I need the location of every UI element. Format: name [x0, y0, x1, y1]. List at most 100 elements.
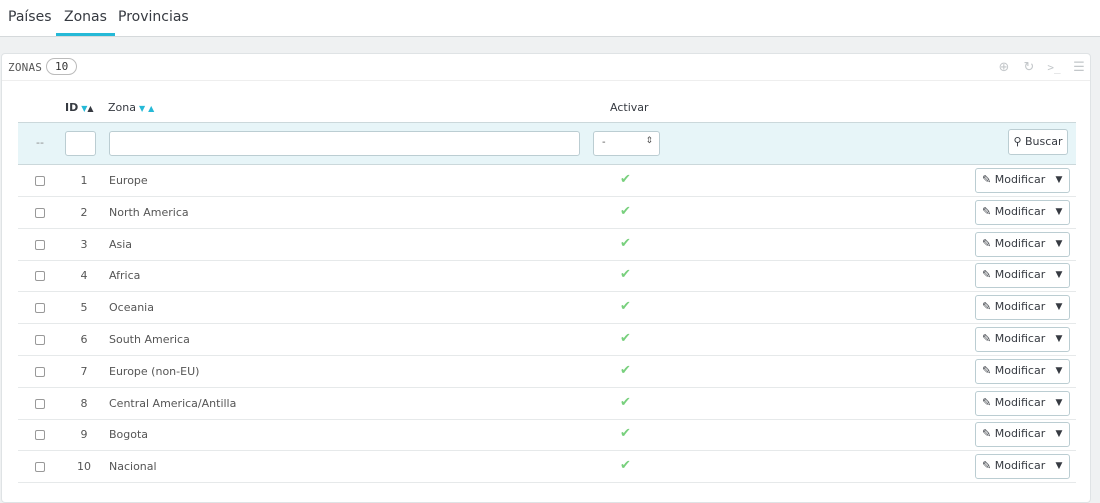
caret-down-icon: ▼ [1055, 397, 1063, 408]
row-zona: Asia [109, 237, 133, 251]
pencil-icon: ✎ [982, 236, 992, 250]
modify-button[interactable]: ✎ Modificar [976, 169, 1046, 192]
row-checkbox[interactable] [35, 271, 45, 282]
caret-down-icon: ▼ [1055, 461, 1063, 472]
tab-provincias[interactable]: Provincias [118, 9, 189, 36]
sql-icon[interactable]: >_ [1045, 59, 1063, 77]
actions-dropdown-toggle[interactable]: ▼ [1048, 201, 1070, 224]
table-row: 10 Nacional ✔ ✎ Modificar ▼ [18, 451, 1076, 484]
row-checkbox[interactable] [35, 462, 45, 473]
modify-button[interactable]: ✎ Modificar [976, 201, 1046, 224]
pencil-icon: ✎ [982, 363, 992, 377]
sort-desc-icon[interactable]: ▼ [139, 104, 145, 113]
row-actions: ✎ Modificar ▼ [975, 168, 1070, 193]
row-checkbox[interactable] [35, 366, 45, 377]
modify-label: Modificar [994, 459, 1046, 473]
row-checkbox[interactable] [35, 398, 45, 409]
header-id[interactable]: ID ▼▲ [65, 101, 94, 114]
database-icon[interactable]: ☰ [1070, 59, 1088, 77]
tab-zonas[interactable]: Zonas [56, 9, 115, 36]
table-row: 6 South America ✔ ✎ Modificar ▼ [18, 324, 1076, 356]
active-check-icon[interactable]: ✔ [620, 458, 631, 473]
modify-button[interactable]: ✎ Modificar [976, 233, 1046, 256]
tab-paises[interactable]: Países [8, 9, 51, 36]
search-button-label: Buscar [1025, 135, 1063, 148]
row-id: 8 [80, 396, 88, 410]
table-row: 8 Central America/Antilla ✔ ✎ Modificar ▼ [18, 388, 1076, 420]
modify-button[interactable]: ✎ Modificar [976, 423, 1046, 446]
caret-down-icon: ▼ [1055, 206, 1063, 217]
modify-label: Modificar [994, 363, 1046, 377]
caret-down-icon: ▼ [1055, 270, 1063, 281]
active-check-icon[interactable]: ✔ [620, 426, 631, 441]
row-checkbox[interactable] [35, 430, 45, 441]
zone-count-badge: 10 [46, 58, 78, 75]
active-check-icon[interactable]: ✔ [620, 236, 631, 251]
modify-label: Modificar [994, 268, 1046, 282]
actions-dropdown-toggle[interactable]: ▼ [1048, 328, 1070, 351]
add-icon[interactable]: ⊕ [995, 59, 1013, 77]
row-checkbox[interactable] [35, 335, 45, 345]
row-id: 6 [80, 333, 88, 346]
row-zona: Central America/Antilla [109, 396, 237, 410]
modify-button[interactable]: ✎ Modificar [976, 392, 1046, 415]
header-id-label: ID [65, 101, 79, 114]
modify-label: Modificar [994, 427, 1046, 441]
sort-asc-icon[interactable]: ▲ [148, 104, 154, 113]
actions-dropdown-toggle[interactable]: ▼ [1048, 296, 1070, 319]
row-zona: Nacional [109, 460, 157, 474]
table-row: 3 Asia ✔ ✎ Modificar ▼ [18, 229, 1076, 261]
actions-dropdown-toggle[interactable]: ▼ [1048, 169, 1070, 192]
actions-dropdown-toggle[interactable]: ▼ [1048, 392, 1070, 415]
modify-button[interactable]: ✎ Modificar [976, 264, 1046, 287]
modify-label: Modificar [994, 395, 1046, 409]
row-checkbox[interactable] [35, 303, 45, 314]
caret-down-icon: ▼ [1055, 238, 1063, 249]
actions-dropdown-toggle[interactable]: ▼ [1048, 360, 1070, 383]
table-row: 7 Europe (non-EU) ✔ ✎ Modificar ▼ [18, 356, 1076, 388]
modify-button[interactable]: ✎ Modificar [976, 296, 1046, 319]
row-checkbox[interactable] [35, 176, 45, 186]
active-check-icon[interactable]: ✔ [620, 299, 631, 314]
modify-button[interactable]: ✎ Modificar [976, 455, 1046, 478]
active-check-icon[interactable]: ✔ [620, 204, 631, 219]
caret-down-icon: ▼ [1055, 429, 1063, 440]
row-id: 5 [80, 301, 88, 315]
pencil-icon: ✎ [982, 427, 992, 441]
active-check-icon[interactable]: ✔ [620, 363, 631, 378]
actions-dropdown-toggle[interactable]: ▼ [1048, 423, 1070, 446]
row-zona: South America [109, 333, 190, 346]
row-checkbox[interactable] [35, 239, 45, 250]
row-id: 2 [80, 205, 88, 219]
active-filter-value: - [602, 137, 606, 148]
actions-dropdown-toggle[interactable]: ▼ [1048, 264, 1070, 287]
active-check-icon[interactable]: ✔ [620, 172, 631, 187]
search-button[interactable]: ⚲ Buscar [1008, 129, 1068, 155]
actions-dropdown-toggle[interactable]: ▼ [1048, 233, 1070, 256]
caret-down-icon: ▼ [1055, 365, 1063, 376]
row-id: 4 [80, 269, 88, 283]
zona-filter-input[interactable] [109, 131, 580, 156]
caret-down-icon: ▼ [1055, 334, 1063, 344]
row-actions: ✎ Modificar ▼ [975, 454, 1070, 480]
row-id: 7 [80, 364, 88, 378]
header-zona[interactable]: Zona ▼ ▲ [108, 101, 154, 114]
modify-label: Modificar [994, 236, 1046, 250]
id-filter-input[interactable] [65, 131, 96, 156]
panel-title: ZONAS [8, 61, 43, 74]
active-filter-select[interactable]: - ⇕ [593, 131, 660, 156]
modify-button[interactable]: ✎ Modificar [976, 328, 1046, 351]
modify-button[interactable]: ✎ Modificar [976, 360, 1046, 383]
actions-dropdown-toggle[interactable]: ▼ [1048, 455, 1070, 478]
sort-asc-icon[interactable]: ▲ [87, 104, 93, 113]
row-checkbox[interactable] [35, 207, 45, 218]
active-check-icon[interactable]: ✔ [620, 331, 631, 346]
zones-panel: ZONAS 10 ⊕ ↻ >_ ☰ ID ▼▲ Zona ▼ ▲ Activar --… [1, 53, 1091, 503]
active-check-icon[interactable]: ✔ [620, 395, 631, 410]
row-actions: ✎ Modificar ▼ [975, 358, 1070, 384]
refresh-icon[interactable]: ↻ [1020, 59, 1038, 77]
tab-bar: Países Zonas Provincias [0, 0, 1100, 37]
modify-label: Modificar [994, 332, 1046, 345]
modify-label: Modificar [994, 173, 1046, 186]
active-check-icon[interactable]: ✔ [620, 267, 631, 282]
